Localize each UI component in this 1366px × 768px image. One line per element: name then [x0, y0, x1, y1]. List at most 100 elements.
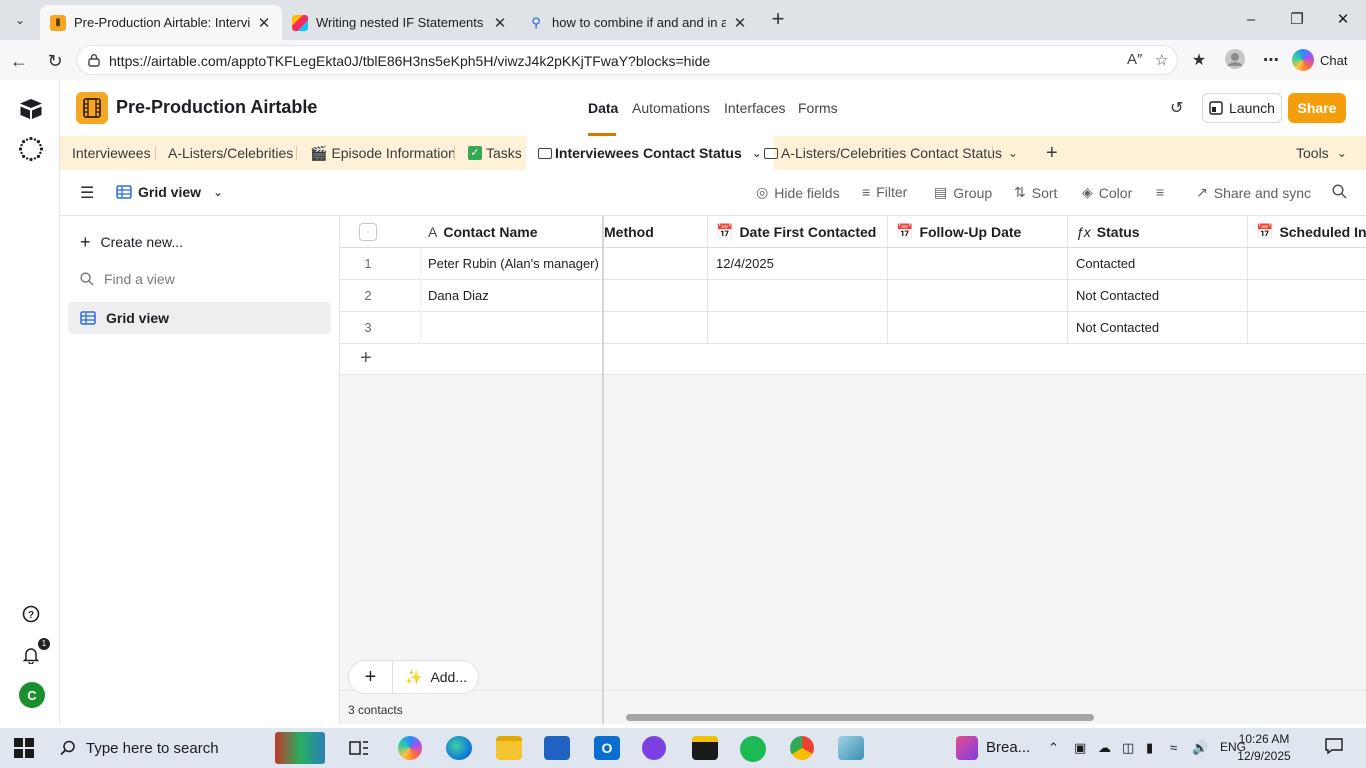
omni-assistant-icon[interactable]	[18, 136, 44, 162]
tab-actions-chevron-icon[interactable]: ⌄	[6, 6, 34, 34]
show-hidden-icons-chevron-icon[interactable]: ⌃	[1048, 740, 1059, 756]
search-icon[interactable]	[1332, 184, 1347, 199]
refresh-icon[interactable]: ↻	[42, 48, 68, 74]
display-icon[interactable]: ◫	[1122, 740, 1134, 756]
follow-up-date-cell[interactable]	[888, 312, 1068, 344]
microsoft-store-icon[interactable]	[544, 736, 570, 760]
row-height-icon[interactable]: ≡	[1156, 184, 1164, 200]
scheduled-interview-cell[interactable]	[1248, 248, 1366, 280]
nav-automations[interactable]: Automations	[632, 100, 710, 116]
status-cell[interactable]: Not Contacted	[1068, 312, 1248, 344]
nav-forms[interactable]: Forms	[798, 100, 838, 116]
favorite-star-icon[interactable]: ☆	[1155, 51, 1168, 69]
color-button[interactable]: ◈ Color	[1082, 184, 1132, 201]
close-tab-icon[interactable]: ✕	[732, 14, 748, 32]
add-table-plus-icon[interactable]: +	[1046, 136, 1058, 170]
status-cell[interactable]: Not Contacted	[1068, 280, 1248, 312]
base-name[interactable]: Pre-Production Airtable	[116, 97, 317, 118]
table-tab-a-listers[interactable]: A-Listers/Celebrities	[168, 136, 293, 170]
sidebar-view-grid[interactable]: Grid view	[68, 302, 331, 334]
vpn-app-icon[interactable]	[642, 736, 666, 760]
method-cell[interactable]	[604, 248, 708, 280]
column-header-follow-up-date[interactable]: 📅 Follow-Up Date	[888, 216, 1068, 248]
wifi-icon[interactable]: ≈	[1170, 740, 1177, 755]
create-new-view-button[interactable]: + Create new...	[68, 226, 331, 258]
browser-tab-nested-if[interactable]: Writing nested IF Statements | Airt ✕	[282, 5, 518, 40]
notification-center-icon[interactable]	[1324, 737, 1344, 758]
address-bar[interactable]: https://airtable.com/apptoTKFLegEkta0J/t…	[76, 45, 1178, 75]
all-tables-chevron-icon[interactable]: ⌄	[1008, 136, 1018, 170]
task-view-icon[interactable]	[348, 738, 370, 758]
browser-tab-airtable[interactable]: ▮ Pre-Production Airtable: Intervi ✕	[40, 5, 282, 40]
column-header-method[interactable]: Method	[604, 216, 708, 248]
onedrive-cloud-icon[interactable]: ☁	[1098, 740, 1111, 756]
horizontal-scrollbar[interactable]	[626, 714, 1094, 721]
table-tab-interviewees-contact-status[interactable]: Interviewees Contact Status ⌄	[526, 136, 774, 170]
contact-name-cell[interactable]: Dana Diaz	[422, 280, 604, 312]
url-text[interactable]: https://airtable.com/apptoTKFLegEkta0J/t…	[109, 53, 710, 69]
running-app-icon[interactable]	[956, 736, 978, 760]
battery-icon[interactable]: ▮	[1146, 740, 1153, 756]
hide-fields-button[interactable]: ◎ Hide fields	[756, 184, 840, 201]
user-avatar[interactable]: C	[19, 682, 45, 708]
read-aloud-icon[interactable]: A″	[1127, 51, 1142, 68]
method-cell[interactable]	[604, 280, 708, 312]
favorites-icon[interactable]: ★	[1186, 48, 1212, 74]
minimize-window-icon[interactable]: –	[1228, 6, 1274, 34]
contact-name-cell[interactable]	[422, 312, 604, 344]
nav-data[interactable]: Data	[588, 100, 618, 116]
edge-browser-icon[interactable]	[446, 736, 472, 760]
windows-start-icon[interactable]	[14, 738, 34, 758]
hamburger-menu-icon[interactable]: ☰	[80, 183, 94, 203]
site-info-icon[interactable]	[87, 53, 101, 67]
follow-up-date-cell[interactable]	[888, 248, 1068, 280]
close-tab-icon[interactable]: ✕	[256, 14, 272, 32]
nav-interfaces[interactable]: Interfaces	[724, 100, 785, 116]
base-menu-chevron-icon[interactable]: ⌄	[304, 98, 314, 112]
sticky-notes-icon[interactable]	[692, 736, 718, 760]
view-switcher[interactable]: Grid view ⌄	[116, 184, 223, 200]
date-first-contacted-cell[interactable]: 12/4/2025	[708, 248, 888, 280]
base-film-icon[interactable]	[76, 92, 108, 124]
group-button[interactable]: ▤ Group	[934, 184, 992, 201]
profile-icon[interactable]	[1222, 48, 1248, 74]
copilot-chat-button[interactable]: Chat	[1292, 46, 1347, 74]
share-button[interactable]: Share	[1288, 93, 1346, 123]
follow-up-date-cell[interactable]	[888, 280, 1068, 312]
more-options-icon[interactable]: ⋯	[1258, 48, 1284, 74]
method-cell[interactable]	[604, 312, 708, 344]
table-tab-interviewees[interactable]: Interviewees	[72, 136, 151, 170]
launch-button[interactable]: Launch	[1202, 93, 1282, 123]
find-view-input[interactable]: Find a view	[68, 263, 331, 295]
browser-tab-search[interactable]: ⚲ how to combine if and and in airta ✕	[518, 5, 758, 40]
new-tab-plus-icon[interactable]: +	[766, 8, 790, 32]
tools-menu[interactable]: Tools ⌄	[1296, 136, 1347, 170]
table-tab-episode-information[interactable]: 🎬 Episode Information	[310, 136, 456, 170]
airtable-home-icon[interactable]	[18, 96, 44, 122]
share-sync-button[interactable]: ↗ Share and sync	[1196, 184, 1311, 201]
select-all-checkbox[interactable]	[359, 222, 377, 241]
date-first-contacted-cell[interactable]	[708, 312, 888, 344]
close-window-icon[interactable]: ✕	[1320, 6, 1366, 34]
column-header-contact-name[interactable]: A Contact Name	[420, 216, 604, 248]
tab-options-chevron-icon[interactable]: ⌄	[752, 146, 762, 160]
back-arrow-icon[interactable]: ←	[6, 48, 32, 74]
status-cell[interactable]: Contacted	[1068, 248, 1248, 280]
date-first-contacted-cell[interactable]	[708, 280, 888, 312]
column-header-date-first-contacted[interactable]: 📅 Date First Contacted	[708, 216, 888, 248]
help-icon[interactable]: ?	[18, 601, 44, 627]
scheduled-interview-cell[interactable]	[1248, 280, 1366, 312]
table-tab-a-listers-contact-status[interactable]: A-Listers/Celebrities Contact Status	[764, 136, 1002, 170]
taskbar-search-box[interactable]: Type here to search	[48, 728, 338, 768]
add-menu-button[interactable]: Add...	[430, 669, 467, 685]
add-record-row[interactable]: +	[340, 344, 1366, 375]
volume-icon[interactable]: 🔊	[1192, 740, 1208, 756]
table-tab-tasks[interactable]: ✓ Tasks	[468, 136, 522, 170]
taskbar-clock[interactable]: 10:26 AM 12/9/2025	[1224, 731, 1304, 765]
running-app-label[interactable]: Brea...	[986, 739, 1030, 756]
column-header-scheduled-interview[interactable]: 📅 Scheduled Inte	[1248, 216, 1366, 248]
column-header-status[interactable]: ƒx Status	[1068, 216, 1248, 248]
outlook-icon[interactable]: O	[594, 736, 620, 760]
spotify-icon[interactable]	[740, 736, 766, 762]
sort-button[interactable]: ⇅ Sort	[1014, 184, 1057, 201]
